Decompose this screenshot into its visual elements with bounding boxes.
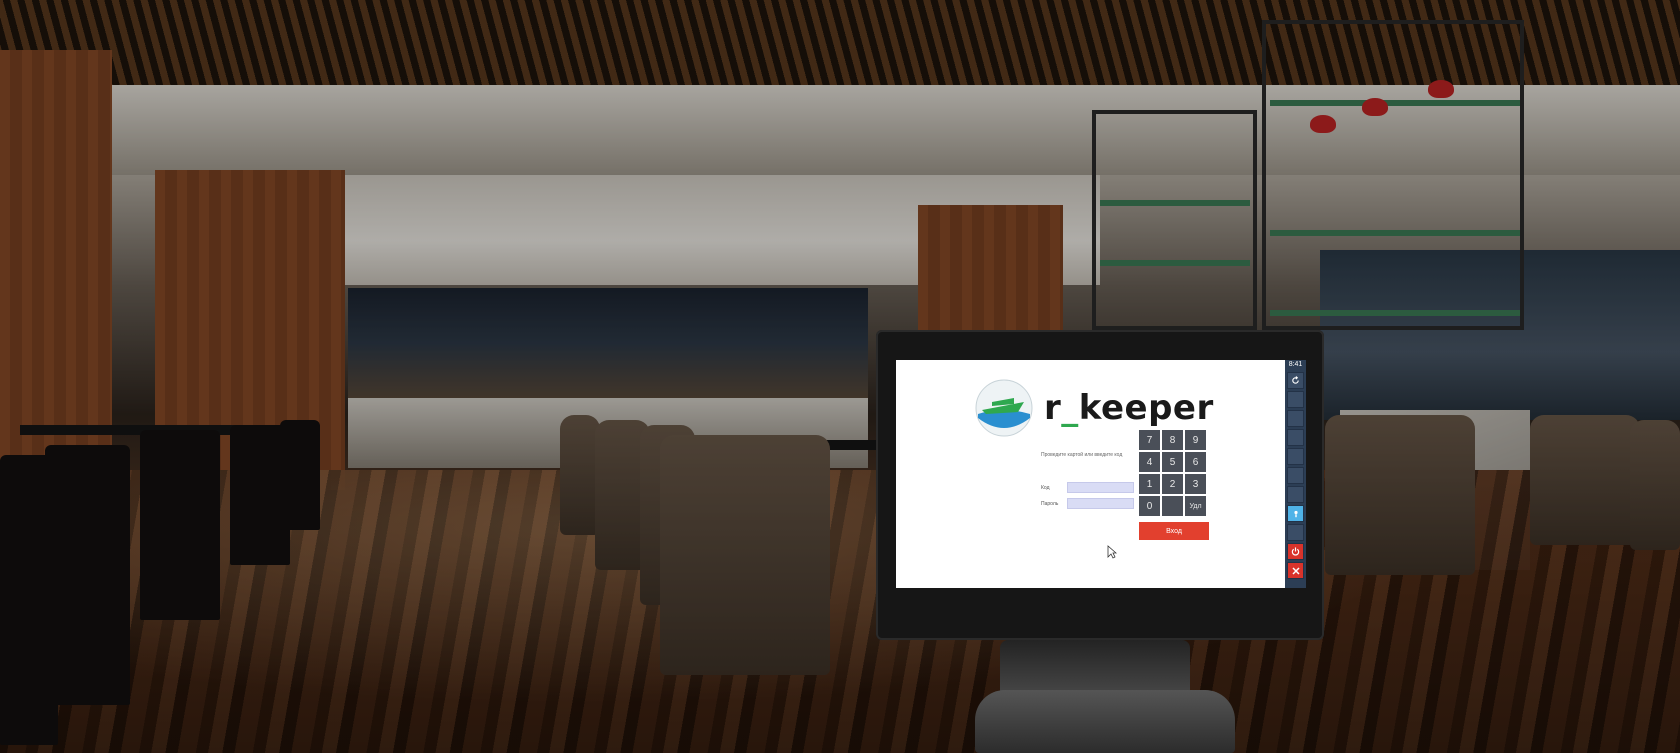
login-screen: r_keeper Проведите картой или введите ко… — [896, 360, 1306, 588]
password-label: Пароль — [1041, 500, 1059, 507]
toolbar-slot[interactable] — [1287, 410, 1304, 427]
dim-overlay — [0, 0, 1680, 753]
toolbar-slot[interactable] — [1287, 486, 1304, 503]
logo-wordmark: r_keeper — [1044, 388, 1214, 428]
key-0[interactable]: 0 — [1139, 496, 1160, 516]
toolbar-slot[interactable] — [1287, 467, 1304, 484]
refresh-icon — [1292, 376, 1299, 384]
mouse-cursor-icon — [1107, 545, 1117, 559]
info-button[interactable] — [1287, 505, 1304, 522]
key-3[interactable]: 3 — [1185, 474, 1206, 494]
key-7[interactable]: 7 — [1139, 430, 1160, 450]
login-hint: Проведите картой или введите код — [1041, 452, 1123, 458]
restaurant-background — [0, 0, 1680, 753]
pos-monitor: r_keeper Проведите картой или введите ко… — [876, 330, 1324, 640]
key-2[interactable]: 2 — [1162, 474, 1183, 494]
password-input[interactable] — [1067, 498, 1134, 509]
toolbar-slot[interactable] — [1287, 391, 1304, 408]
key-9[interactable]: 9 — [1185, 430, 1206, 450]
key-8[interactable]: 8 — [1162, 430, 1183, 450]
power-icon — [1291, 547, 1300, 556]
code-label: Код — [1041, 484, 1050, 491]
power-button[interactable] — [1287, 543, 1304, 560]
info-icon — [1293, 510, 1298, 517]
close-icon — [1291, 566, 1300, 575]
numeric-keypad: 7 8 9 4 5 6 1 2 3 0 Удл — [1139, 430, 1206, 516]
clock-time: 8:41 — [1288, 361, 1303, 368]
password-field-row: Пароль — [1041, 498, 1134, 509]
ship-logo-icon — [975, 379, 1033, 437]
key-4[interactable]: 4 — [1139, 452, 1160, 472]
key-5[interactable]: 5 — [1162, 452, 1183, 472]
code-field-row: Код — [1041, 482, 1134, 493]
key-6[interactable]: 6 — [1185, 452, 1206, 472]
close-button[interactable] — [1287, 562, 1304, 579]
toolbar-slot[interactable] — [1287, 429, 1304, 446]
toolbar-slot[interactable] — [1287, 524, 1304, 541]
monitor-base — [975, 690, 1235, 753]
key-1[interactable]: 1 — [1139, 474, 1160, 494]
refresh-button[interactable] — [1287, 372, 1304, 389]
enter-button[interactable]: Вход — [1139, 522, 1209, 540]
key-blank[interactable] — [1162, 496, 1183, 516]
toolbar-slot[interactable] — [1287, 448, 1304, 465]
code-input[interactable] — [1067, 482, 1134, 493]
key-delete[interactable]: Удл — [1185, 496, 1206, 516]
right-toolbar: 8:41 — [1285, 360, 1306, 588]
app-logo: r_keeper — [974, 378, 1214, 438]
